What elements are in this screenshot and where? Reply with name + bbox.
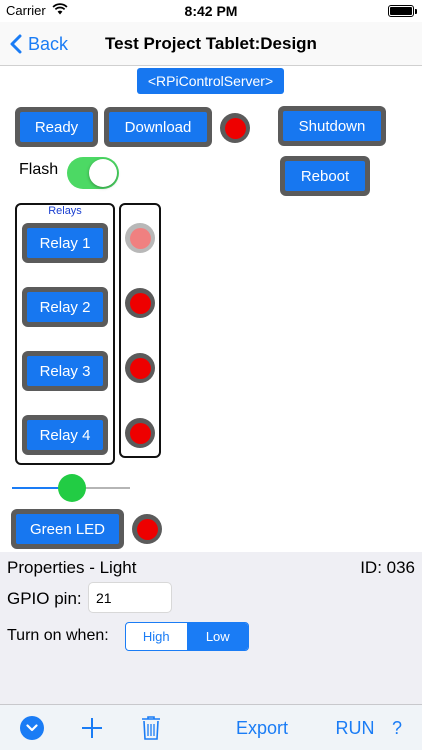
gpio-pin-label: GPIO pin: [7, 589, 82, 608]
download-button[interactable]: Download [104, 107, 212, 147]
relay-4-button[interactable]: Relay 4 [22, 415, 108, 455]
gpio-pin-input[interactable] [88, 582, 172, 613]
chevron-down-circle-icon [20, 716, 44, 740]
export-button[interactable]: Export [229, 716, 295, 740]
green-led-button[interactable]: Green LED [11, 509, 124, 549]
server-tag[interactable]: <RPiControlServer> [137, 68, 284, 94]
relay-3-led[interactable] [125, 353, 155, 383]
relay-4-led[interactable] [125, 418, 155, 448]
flash-label: Flash [19, 161, 59, 178]
properties-panel: Properties - Light ID: 036 GPIO pin: Tur… [0, 552, 422, 704]
relay-1-button[interactable]: Relay 1 [22, 223, 108, 263]
status-bar: Carrier 8:42 PM [0, 0, 422, 22]
segment-low[interactable]: Low [186, 623, 248, 650]
green-led-label: Green LED [16, 514, 119, 544]
toggle-knob [89, 159, 117, 187]
slider-thumb[interactable] [58, 474, 86, 502]
properties-id: ID: 036 [360, 558, 415, 577]
relay-1-led[interactable] [125, 223, 155, 253]
design-canvas[interactable]: <RPiControlServer> Ready Download Shutdo… [0, 66, 422, 552]
ready-button-label: Ready [20, 112, 93, 142]
relay-2-led[interactable] [125, 288, 155, 318]
collapse-button[interactable] [20, 716, 44, 740]
download-button-label: Download [109, 112, 207, 142]
green-led-indicator[interactable] [132, 514, 162, 544]
segment-high[interactable]: High [126, 623, 187, 650]
reboot-button-label: Reboot [285, 161, 365, 191]
shutdown-button-label: Shutdown [283, 111, 381, 141]
relay-3-label: Relay 3 [27, 356, 103, 386]
reboot-button[interactable]: Reboot [280, 156, 370, 196]
download-status-led[interactable] [220, 113, 250, 143]
delete-button[interactable] [140, 714, 162, 742]
status-time: 8:42 PM [184, 3, 238, 19]
ready-button[interactable]: Ready [15, 107, 98, 147]
plus-icon [82, 718, 102, 738]
turn-on-label: Turn on when: [7, 627, 109, 644]
shutdown-button[interactable]: Shutdown [278, 106, 386, 146]
trash-icon [142, 716, 160, 740]
relay-1-label: Relay 1 [27, 228, 103, 258]
relay-4-label: Relay 4 [27, 420, 103, 450]
relay-2-button[interactable]: Relay 2 [22, 287, 108, 327]
turn-on-segmented-control[interactable]: High Low [125, 622, 249, 651]
help-button[interactable]: ? [387, 716, 407, 740]
navigation-bar: Back Test Project Tablet:Design [0, 22, 422, 66]
relay-3-button[interactable]: Relay 3 [22, 351, 108, 391]
bottom-toolbar: Export RUN ? [0, 704, 422, 750]
properties-title: Properties - Light [7, 558, 137, 577]
add-button[interactable] [80, 716, 104, 740]
relays-group-label: Relays [48, 205, 82, 217]
page-title: Test Project Tablet:Design [105, 34, 317, 53]
flash-toggle[interactable] [67, 157, 119, 189]
run-button[interactable]: RUN [332, 716, 378, 740]
battery-icon [388, 5, 417, 17]
relay-2-label: Relay 2 [27, 292, 103, 322]
